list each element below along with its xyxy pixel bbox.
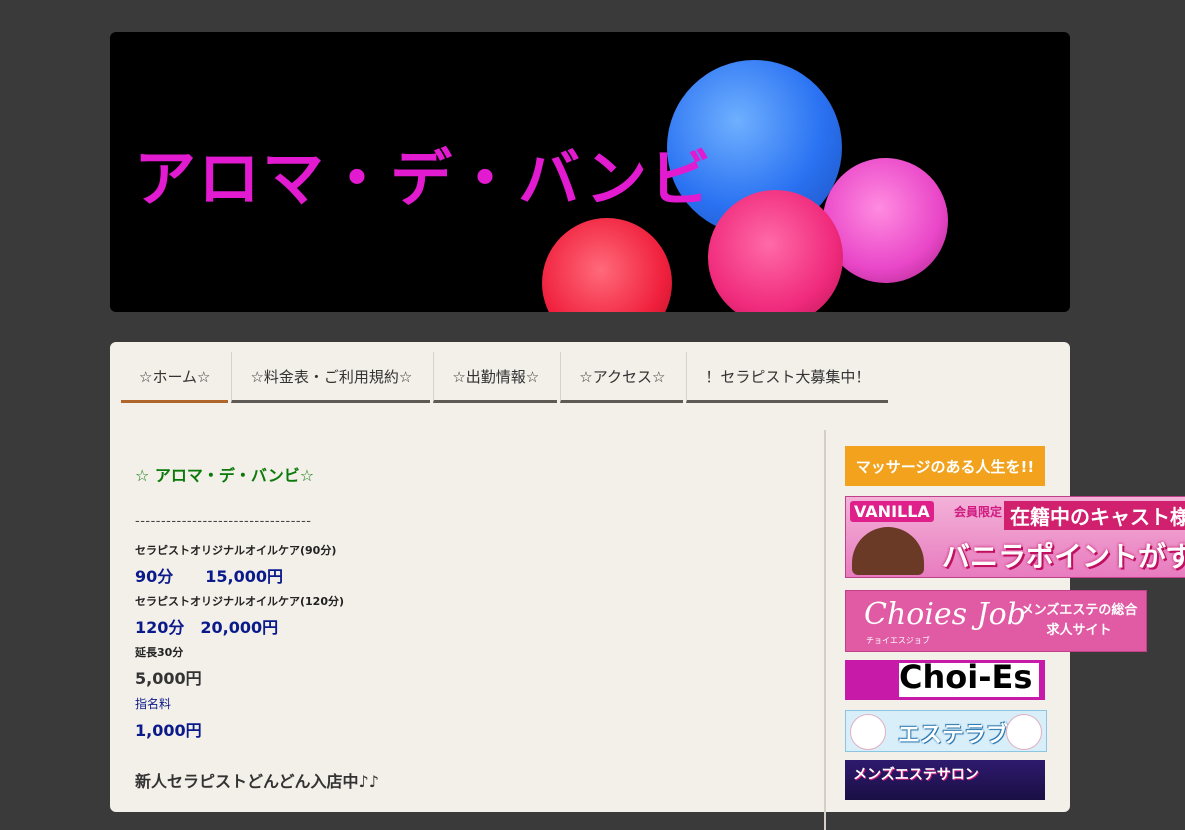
character-illustration <box>852 527 924 575</box>
menu-price: 120分 20,000円 <box>135 618 279 637</box>
mens-esthe-portal-banner[interactable]: メンズエステサロン <box>845 760 1045 800</box>
menu-label: 延長30分 <box>135 646 184 659</box>
choies-job-subtitle: チョイエスジョブ <box>866 636 930 645</box>
menu-price: 5,000円 <box>135 669 202 688</box>
vanilla-logo: VANILLA <box>850 501 934 522</box>
estelove-logo: エステラブ <box>898 723 1009 748</box>
massage-banner[interactable]: マッサージのある人生を!! <box>845 446 1045 486</box>
menu-price: 90分 15,000円 <box>135 567 284 586</box>
dog-mascot-icon <box>850 714 886 750</box>
choies-job-description: メンズエステの総合求人サイト <box>1020 603 1138 638</box>
menu-label: 指名料 <box>135 697 172 711</box>
nav-item-home[interactable]: ☆ホーム☆ <box>121 352 229 403</box>
recruit-text: 新人セラピストどんどん入店中♪♪ <box>135 772 379 791</box>
choies-job-logo: Choies Job <box>864 597 1026 632</box>
content-divider <box>824 430 826 830</box>
choi-es-logo: Choi-Es <box>899 660 1033 696</box>
choi-es-banner[interactable]: Choi-Es <box>845 660 1045 700</box>
vanilla-subheadline: バニラポイントがずっと <box>942 540 1185 573</box>
main-panel: ☆ホーム☆ ☆料金表・ご利用規約☆ ☆出勤情報☆ ☆アクセス☆ ！セラピスト大募… <box>110 342 1185 830</box>
nav-item-access[interactable]: ☆アクセス☆ <box>560 352 684 403</box>
main-nav: ☆ホーム☆ ☆料金表・ご利用規約☆ ☆出勤情報☆ ☆アクセス☆ ！セラピスト大募… <box>121 352 891 403</box>
menu-label: セラピストオリジナルオイルケア(90分) <box>135 544 337 557</box>
site-title[interactable]: アロマ・デ・バンビ <box>134 128 713 218</box>
nav-item-pricing[interactable]: ☆料金表・ご利用規約☆ <box>231 352 431 403</box>
content-title: ☆ アロマ・デ・バンビ☆ <box>135 466 315 485</box>
mens-esthe-portal-text: メンズエステサロン <box>853 767 979 783</box>
nav-item-schedule[interactable]: ☆出勤情報☆ <box>433 352 558 403</box>
menu-price: 1,000円 <box>135 721 202 740</box>
vanilla-limit-label: 会員限定 <box>954 505 1003 519</box>
pink-sphere-image <box>708 190 843 312</box>
massage-banner-text: マッサージのある人生を!! <box>855 457 1035 476</box>
choies-job-banner[interactable]: Choies Job チョイエスジョブ メンズエステの総合求人サイト <box>845 590 1147 652</box>
menu-label: セラピストオリジナルオイルケア(120分) <box>135 595 345 608</box>
dog-mascot-icon <box>1006 714 1042 750</box>
divider-dashes: ---------------------------------- <box>135 514 312 529</box>
vanilla-banner[interactable]: VANILLA 会員限定 在籍中のキャスト様 バニラポイントがずっと <box>845 496 1185 578</box>
red-sphere-image <box>542 218 672 312</box>
estelove-banner[interactable]: エステラブ <box>845 710 1047 752</box>
nav-item-recruit[interactable]: ！セラピスト大募集中！ <box>686 352 889 403</box>
vanilla-headline: 在籍中のキャスト様 <box>1004 501 1185 530</box>
site-header: アロマ・デ・バンビ <box>110 32 1070 312</box>
